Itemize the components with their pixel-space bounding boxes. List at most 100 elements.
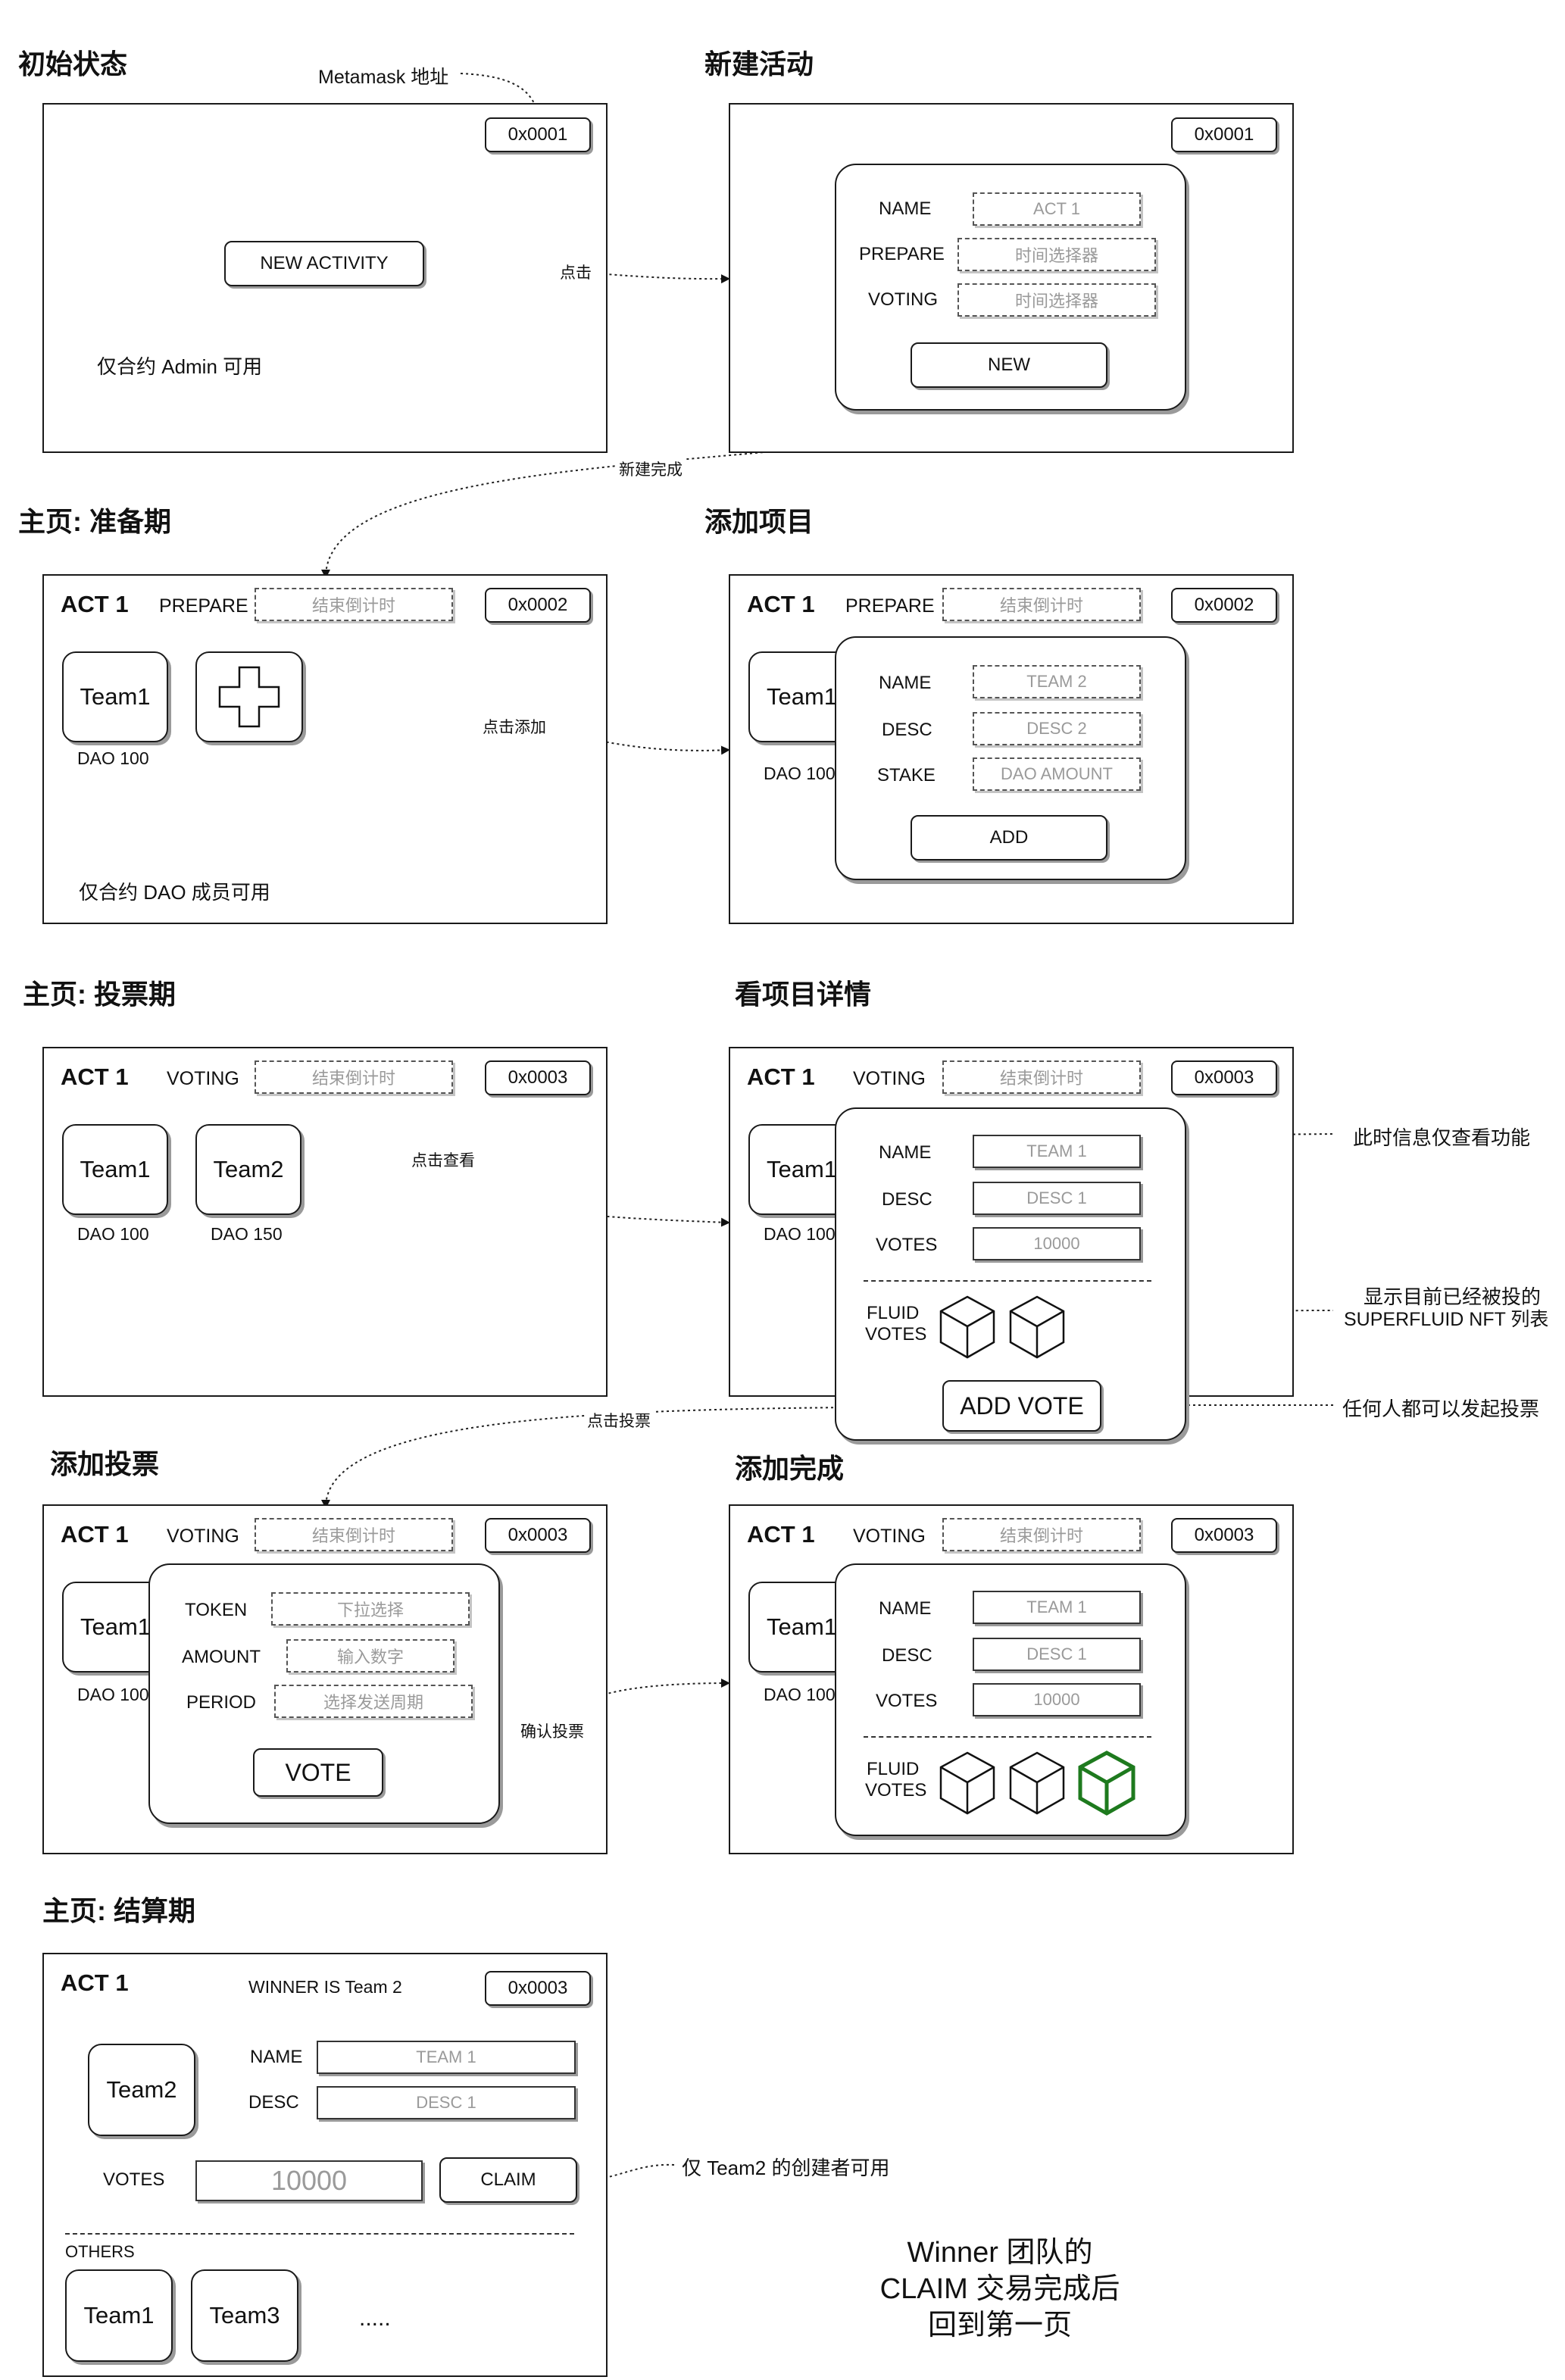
- final-note-line1: Winner 团队的: [907, 2237, 1093, 2269]
- label-stake: STAKE: [877, 765, 936, 786]
- label-votes: VOTES: [876, 1691, 938, 1711]
- label-votes: VOTES: [876, 1235, 938, 1255]
- team-dao-amount: DAO 150: [211, 1224, 283, 1244]
- voting-time-picker[interactable]: 时间选择器: [957, 283, 1156, 317]
- votes-field: 10000: [973, 1227, 1141, 1260]
- votes-label: VOTES: [865, 1780, 927, 1801]
- nft-cube-icon[interactable]: [1006, 1748, 1068, 1818]
- connector-label-click-vote: 点击投票: [585, 1409, 653, 1432]
- address-badge[interactable]: 0x0003: [485, 1060, 591, 1095]
- fluid-label: FLUID: [867, 1303, 920, 1323]
- prepare-time-picker[interactable]: 时间选择器: [957, 238, 1156, 271]
- address-badge[interactable]: 0x0003: [485, 1971, 591, 2006]
- connector-label-created: 新建完成: [617, 458, 685, 480]
- team-name-input[interactable]: TEAM 2: [973, 665, 1141, 698]
- section-title-vote-done: 添加完成: [735, 1453, 845, 1484]
- team-card[interactable]: Team1: [65, 2269, 173, 2362]
- address-badge[interactable]: 0x0003: [1171, 1060, 1277, 1095]
- note-admin-only: 仅合约 Admin 可用: [97, 355, 263, 378]
- team-dao-amount: DAO 100: [77, 1685, 149, 1704]
- address-badge[interactable]: 0x0002: [485, 588, 591, 623]
- section-title-initial: 初始状态: [18, 48, 128, 80]
- add-vote-button[interactable]: ADD VOTE: [942, 1380, 1101, 1432]
- connector-label-click-add: 点击添加: [480, 715, 548, 738]
- desc-input[interactable]: DESC 2: [973, 712, 1141, 745]
- screen-voting-home: [42, 1047, 608, 1397]
- vote-button[interactable]: VOTE: [253, 1748, 383, 1797]
- section-title-add-project: 添加项目: [704, 506, 814, 537]
- activity-title: ACT 1: [61, 1969, 129, 1996]
- note-anyone-can-vote: 任何人都可以发起投票: [1342, 1398, 1540, 1420]
- team-card[interactable]: Team1: [62, 651, 168, 742]
- address-badge[interactable]: 0x0001: [485, 117, 591, 152]
- divider: [864, 1736, 1151, 1738]
- label-desc: DESC: [882, 1645, 932, 1666]
- countdown-timer: 结束倒计时: [255, 1060, 453, 1094]
- label-name: NAME: [879, 1598, 932, 1619]
- address-badge[interactable]: 0x0002: [1171, 588, 1277, 623]
- divider: [65, 2233, 574, 2235]
- note-readonly: 此时信息仅查看功能: [1353, 1126, 1531, 1149]
- connector-label-click-view: 点击查看: [409, 1148, 477, 1171]
- claim-button[interactable]: CLAIM: [439, 2157, 577, 2203]
- countdown-timer: 结束倒计时: [942, 588, 1141, 621]
- countdown-timer: 结束倒计时: [255, 588, 453, 621]
- label-voting: VOTING: [868, 289, 939, 310]
- plus-icon: [218, 666, 280, 728]
- label-name: NAME: [879, 673, 932, 693]
- winner-team-card[interactable]: Team2: [88, 2044, 195, 2136]
- new-activity-button[interactable]: NEW ACTIVITY: [224, 241, 424, 286]
- team-dao-amount: DAO 100: [764, 1685, 836, 1704]
- label-desc: DESC: [882, 720, 932, 740]
- section-title-settlement: 主页: 结算期: [42, 1895, 195, 1926]
- phase-label: PREPARE: [159, 595, 248, 617]
- add-project-button[interactable]: [195, 651, 303, 742]
- address-badge[interactable]: 0x0003: [1171, 1518, 1277, 1553]
- stake-input[interactable]: DAO AMOUNT: [973, 757, 1141, 791]
- votes-field: 10000: [195, 2160, 423, 2201]
- period-picker[interactable]: 选择发送周期: [274, 1685, 473, 1718]
- team-name-field: TEAM 1: [973, 1135, 1141, 1168]
- label-desc: DESC: [248, 2092, 299, 2113]
- address-badge[interactable]: 0x0001: [1171, 117, 1277, 152]
- label-period: PERIOD: [186, 1692, 257, 1713]
- activity-title: ACT 1: [61, 591, 129, 617]
- section-title-new-activity: 新建活动: [704, 48, 814, 80]
- desc-field: DESC 1: [317, 2086, 576, 2119]
- label-name: NAME: [879, 1142, 932, 1163]
- section-title-voting-home: 主页: 投票期: [23, 979, 176, 1010]
- divider: [864, 1280, 1151, 1282]
- desc-field: DESC 1: [973, 1182, 1141, 1215]
- nft-cube-icon[interactable]: [936, 1748, 998, 1818]
- address-badge[interactable]: 0x0003: [485, 1518, 591, 1553]
- team-name-field: TEAM 1: [317, 2041, 576, 2074]
- team-dao-amount: DAO 100: [764, 764, 836, 783]
- label-token: TOKEN: [185, 1600, 248, 1620]
- connector-label-confirm-vote: 确认投票: [518, 1719, 586, 1742]
- name-input[interactable]: ACT 1: [973, 192, 1141, 226]
- phase-label: VOTING: [853, 1068, 926, 1089]
- activity-title: ACT 1: [747, 1521, 815, 1548]
- section-title-project-detail: 看项目详情: [735, 979, 872, 1010]
- nft-cube-icon[interactable]: [1006, 1292, 1068, 1362]
- countdown-timer: 结束倒计时: [942, 1060, 1141, 1094]
- final-note-line2: CLAIM 交易完成后: [879, 2273, 1120, 2305]
- countdown-timer: 结束倒计时: [942, 1518, 1141, 1551]
- team-card[interactable]: Team1: [62, 1124, 168, 1215]
- label-prepare: PREPARE: [859, 244, 945, 264]
- votes-label: VOTES: [865, 1324, 927, 1345]
- label-amount: AMOUNT: [182, 1647, 261, 1667]
- new-nft-cube-icon[interactable]: [1076, 1748, 1138, 1818]
- nft-cube-icon[interactable]: [936, 1292, 998, 1362]
- section-title-prepare-home: 主页: 准备期: [18, 506, 171, 537]
- team-dao-amount: DAO 100: [77, 748, 149, 768]
- activity-title: ACT 1: [61, 1064, 129, 1090]
- label-votes: VOTES: [103, 2169, 165, 2190]
- label-name: NAME: [250, 2047, 303, 2067]
- add-button[interactable]: ADD: [911, 815, 1107, 860]
- new-button[interactable]: NEW: [911, 342, 1107, 388]
- team-card[interactable]: Team3: [191, 2269, 298, 2362]
- team-card[interactable]: Team2: [195, 1124, 301, 1215]
- amount-input[interactable]: 输入数字: [286, 1639, 455, 1673]
- token-dropdown[interactable]: 下拉选择: [271, 1592, 470, 1626]
